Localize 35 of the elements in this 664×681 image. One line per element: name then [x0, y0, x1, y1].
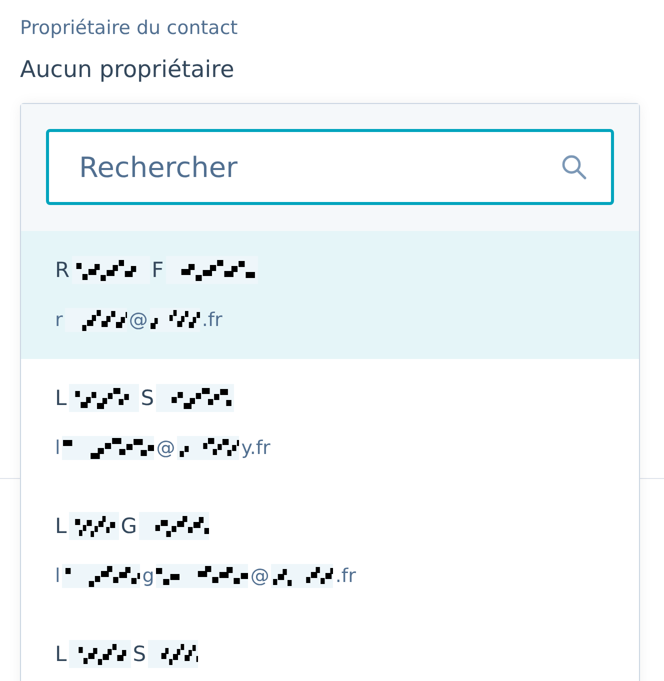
redaction-mask [271, 564, 334, 588]
redaction-mask [138, 512, 209, 540]
redaction-mask [68, 384, 139, 412]
email-text: l [55, 565, 60, 587]
redaction-mask [64, 308, 127, 332]
owner-option[interactable]: R F r @ .fr [21, 231, 639, 359]
owner-option[interactable]: L S [21, 615, 639, 681]
email-text: @ [156, 437, 176, 459]
owner-option[interactable]: L G l g @ .fr [21, 487, 639, 615]
redaction-mask [177, 436, 240, 460]
name-text: S [140, 386, 154, 410]
field-label: Propriétaire du contact [20, 16, 239, 41]
email-text: .fr [335, 565, 356, 587]
redaction-mask [150, 308, 200, 332]
email-text: y.fr [241, 437, 270, 459]
email-text: l [55, 437, 60, 459]
name-text: L [55, 386, 67, 410]
email-text: g [142, 565, 154, 587]
name-text: F [152, 258, 164, 282]
name-text: R [55, 258, 70, 282]
name-text: S [132, 642, 146, 666]
email-text: @ [128, 309, 148, 331]
redaction-mask [148, 640, 198, 668]
search-icon [560, 153, 588, 181]
owner-value[interactable]: Aucun propriétaire [20, 54, 644, 86]
redaction-mask [68, 640, 131, 668]
name-text: L [55, 514, 67, 538]
email-text: @ [250, 565, 270, 587]
owner-option[interactable]: L S l @ y.fr [21, 359, 639, 487]
name-text: G [120, 514, 137, 538]
name-text: L [55, 642, 67, 666]
redaction-mask [68, 512, 119, 540]
search-field[interactable]: Rechercher [46, 129, 614, 205]
email-text: .fr [202, 309, 222, 331]
email-text: r [55, 309, 63, 331]
